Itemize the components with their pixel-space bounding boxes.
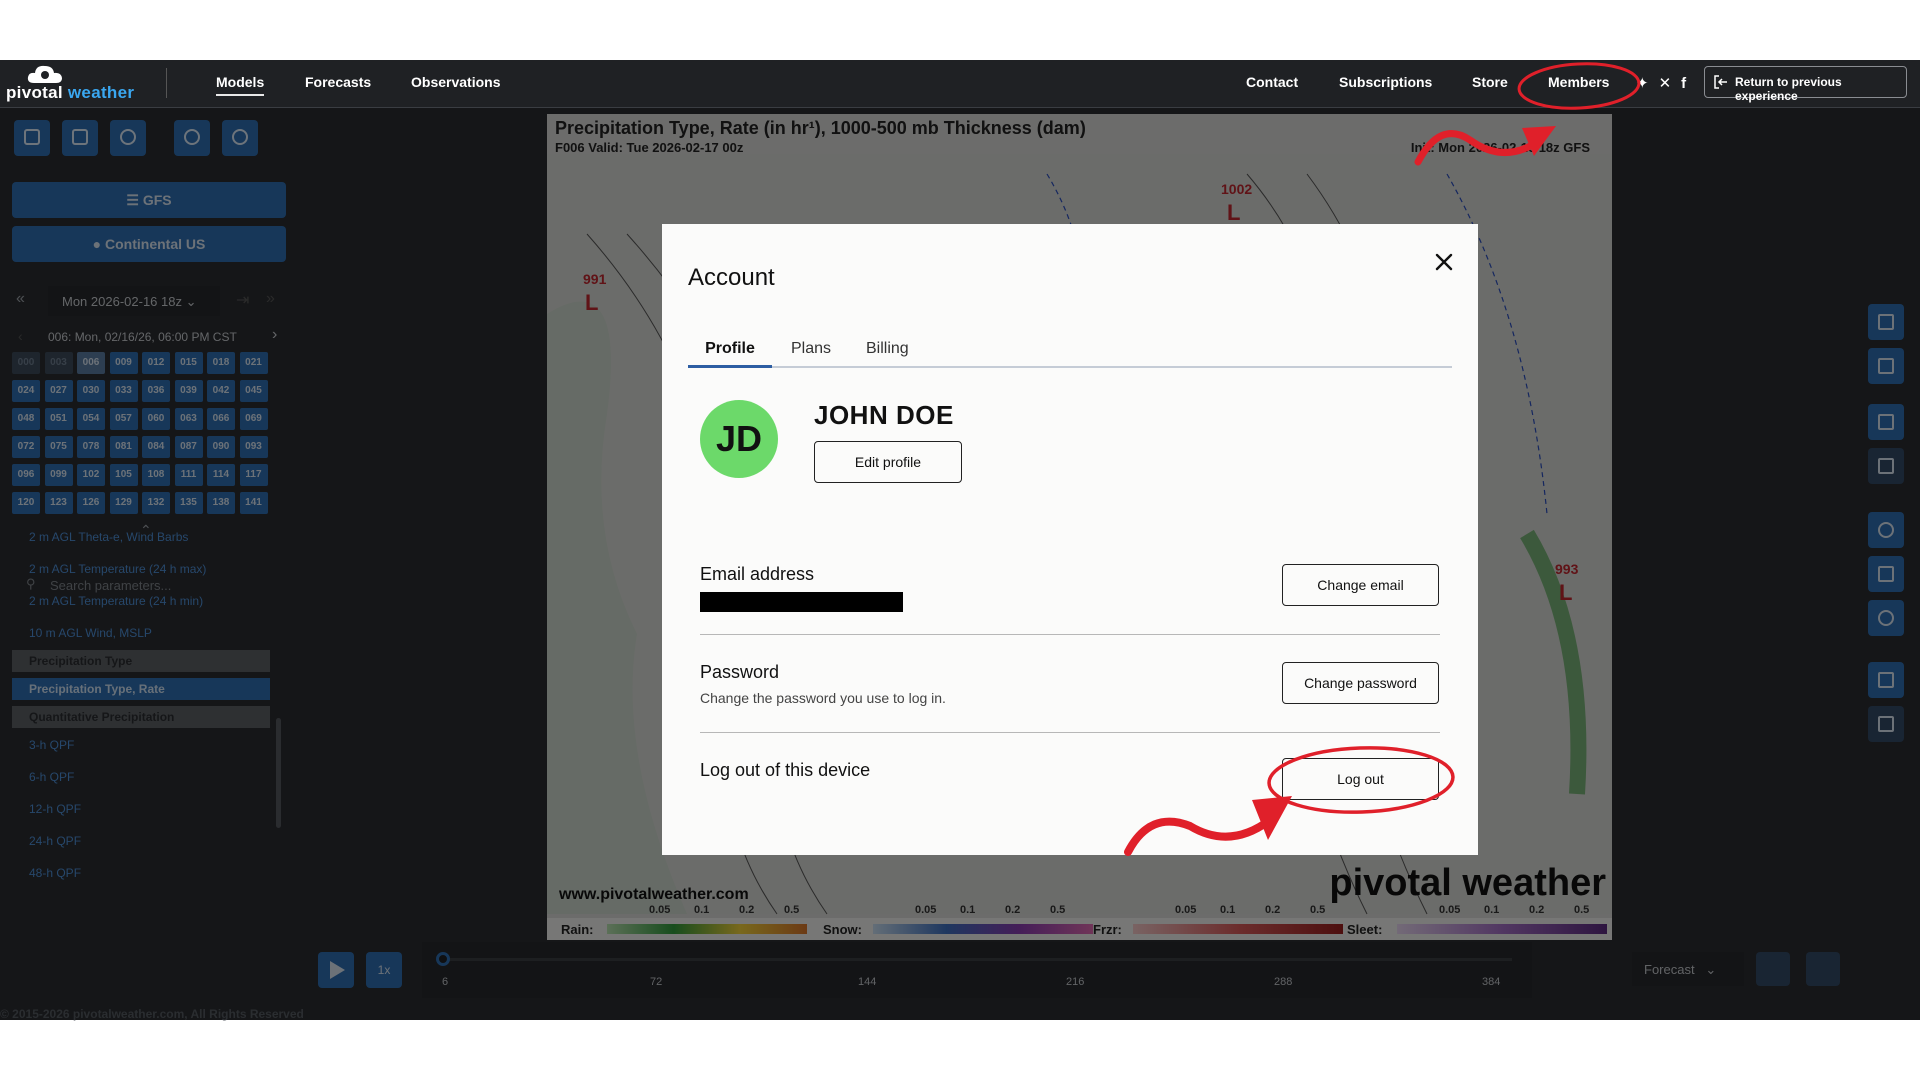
modal-title: Account xyxy=(688,264,775,291)
change-email-button[interactable]: Change email xyxy=(1282,564,1439,606)
x-icon[interactable]: ✕ xyxy=(1659,75,1672,92)
section-divider xyxy=(700,634,1440,635)
facebook-icon[interactable]: f xyxy=(1681,75,1686,92)
nav-forecasts[interactable]: Forecasts xyxy=(305,74,371,90)
logo-text: pivotal weather xyxy=(6,83,135,102)
email-label: Email address xyxy=(700,564,815,584)
tab-plans[interactable]: Plans xyxy=(791,334,831,368)
log-out-button[interactable]: Log out xyxy=(1282,758,1439,800)
return-label: Return to previous experience xyxy=(1735,75,1842,103)
nav-contact[interactable]: Contact xyxy=(1246,74,1298,90)
account-tabs: Profile Plans Billing xyxy=(688,334,1452,368)
section-divider xyxy=(700,732,1440,733)
password-description: Change the password you use to log in. xyxy=(700,690,946,706)
bluesky-icon[interactable]: ✦ xyxy=(1636,75,1649,92)
nav-store[interactable]: Store xyxy=(1472,74,1508,90)
change-password-button[interactable]: Change password xyxy=(1282,662,1439,704)
tab-billing[interactable]: Billing xyxy=(866,334,909,368)
email-value-redacted xyxy=(700,592,903,612)
nav-observations[interactable]: Observations xyxy=(411,74,500,90)
tab-profile[interactable]: Profile xyxy=(688,334,772,368)
edit-profile-button[interactable]: Edit profile xyxy=(814,441,962,483)
exit-icon xyxy=(1714,75,1727,89)
pivotal-weather-logo[interactable]: pivotal weather xyxy=(6,63,144,105)
nav-subscriptions[interactable]: Subscriptions xyxy=(1339,74,1432,90)
social-links: ✦ ✕ f xyxy=(1636,74,1696,92)
close-icon[interactable] xyxy=(1432,250,1456,274)
cloud-logo-icon xyxy=(27,65,62,83)
user-name: JOHN DOE xyxy=(814,400,954,430)
logout-label: Log out of this device xyxy=(700,760,871,780)
top-nav: pivotal weather Models Forecasts Observa… xyxy=(0,60,1920,108)
avatar: JD xyxy=(700,400,778,478)
nav-divider xyxy=(166,68,167,98)
return-previous-experience-button[interactable]: Return to previous experience xyxy=(1704,66,1907,103)
nav-members[interactable]: Members xyxy=(1548,74,1609,90)
account-modal: Account Profile Plans Billing JD JOHN DO… xyxy=(662,224,1478,855)
nav-models[interactable]: Models xyxy=(216,74,265,96)
password-label: Password xyxy=(700,662,780,682)
